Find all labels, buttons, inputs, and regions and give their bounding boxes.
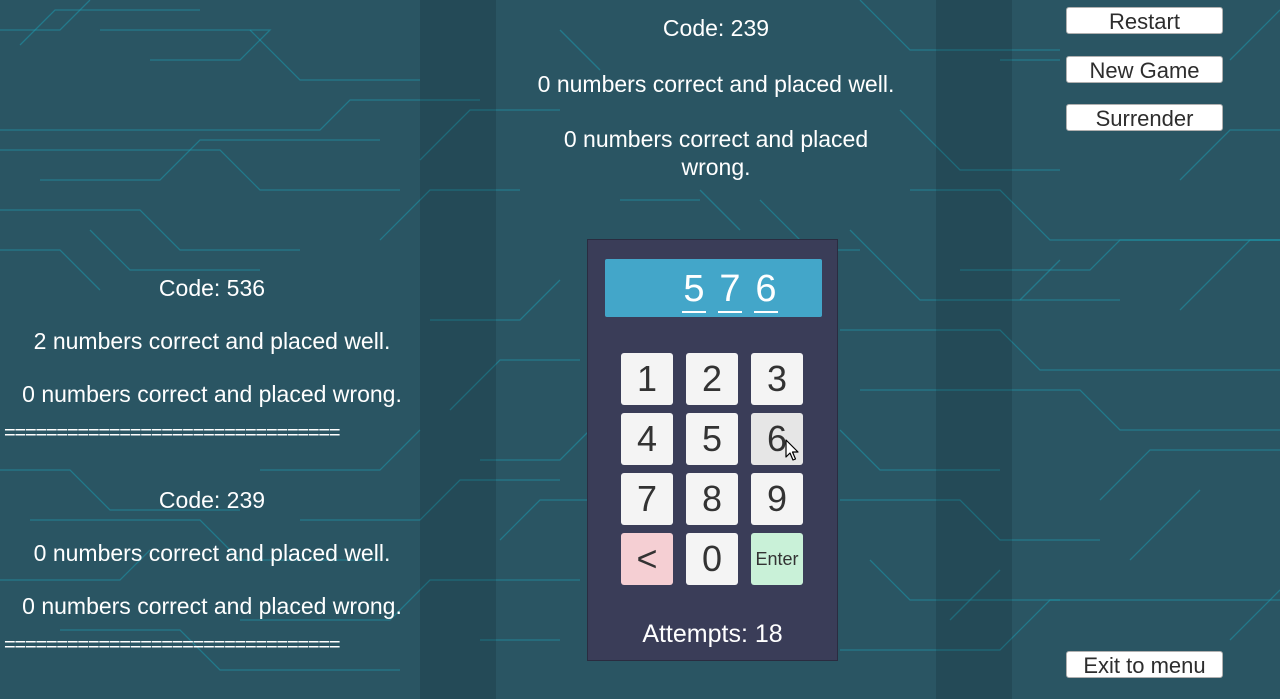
key-2[interactable]: 2 bbox=[686, 353, 738, 405]
history-correct-well-text: 2 numbers correct and placed well. bbox=[33, 328, 391, 354]
mouse-pointer-icon bbox=[785, 439, 799, 461]
history-separator: ================================ bbox=[4, 634, 341, 656]
current-code-label: Code: 239 bbox=[662, 15, 770, 41]
current-correct-well-text: 0 numbers correct and placed well. bbox=[537, 71, 895, 97]
history-code-label: Code: 239 bbox=[158, 487, 266, 513]
display-digit: 5 bbox=[682, 267, 706, 313]
enter-key[interactable]: Enter bbox=[751, 533, 803, 585]
background-band-right bbox=[936, 0, 1012, 699]
history-correct-well-text: 0 numbers correct and placed well. bbox=[33, 540, 391, 566]
restart-button[interactable]: Restart bbox=[1066, 7, 1223, 34]
key-7[interactable]: 7 bbox=[621, 473, 673, 525]
history-correct-wrong-text: 0 numbers correct and placed wrong. bbox=[22, 593, 402, 619]
code-display: 5 7 6 bbox=[605, 259, 822, 317]
key-4[interactable]: 4 bbox=[621, 413, 673, 465]
key-3[interactable]: 3 bbox=[751, 353, 803, 405]
display-digit: 6 bbox=[754, 267, 778, 313]
key-5[interactable]: 5 bbox=[686, 413, 738, 465]
current-correct-wrong-text: 0 numbers correct and placed wrong. bbox=[563, 126, 869, 180]
history-separator: ================================ bbox=[4, 422, 341, 444]
key-9[interactable]: 9 bbox=[751, 473, 803, 525]
backspace-key[interactable]: < bbox=[621, 533, 673, 585]
surrender-button[interactable]: Surrender bbox=[1066, 104, 1223, 131]
history-code-label: Code: 536 bbox=[158, 275, 266, 301]
key-0[interactable]: 0 bbox=[686, 533, 738, 585]
history-correct-wrong-text: 0 numbers correct and placed wrong. bbox=[22, 381, 402, 407]
exit-to-menu-button[interactable]: Exit to menu bbox=[1066, 651, 1223, 678]
key-8[interactable]: 8 bbox=[686, 473, 738, 525]
attempts-counter: Attempts: 18 bbox=[642, 620, 783, 648]
background-band-left bbox=[420, 0, 496, 699]
new-game-button[interactable]: New Game bbox=[1066, 56, 1223, 83]
display-digit: 7 bbox=[718, 267, 742, 313]
key-1[interactable]: 1 bbox=[621, 353, 673, 405]
